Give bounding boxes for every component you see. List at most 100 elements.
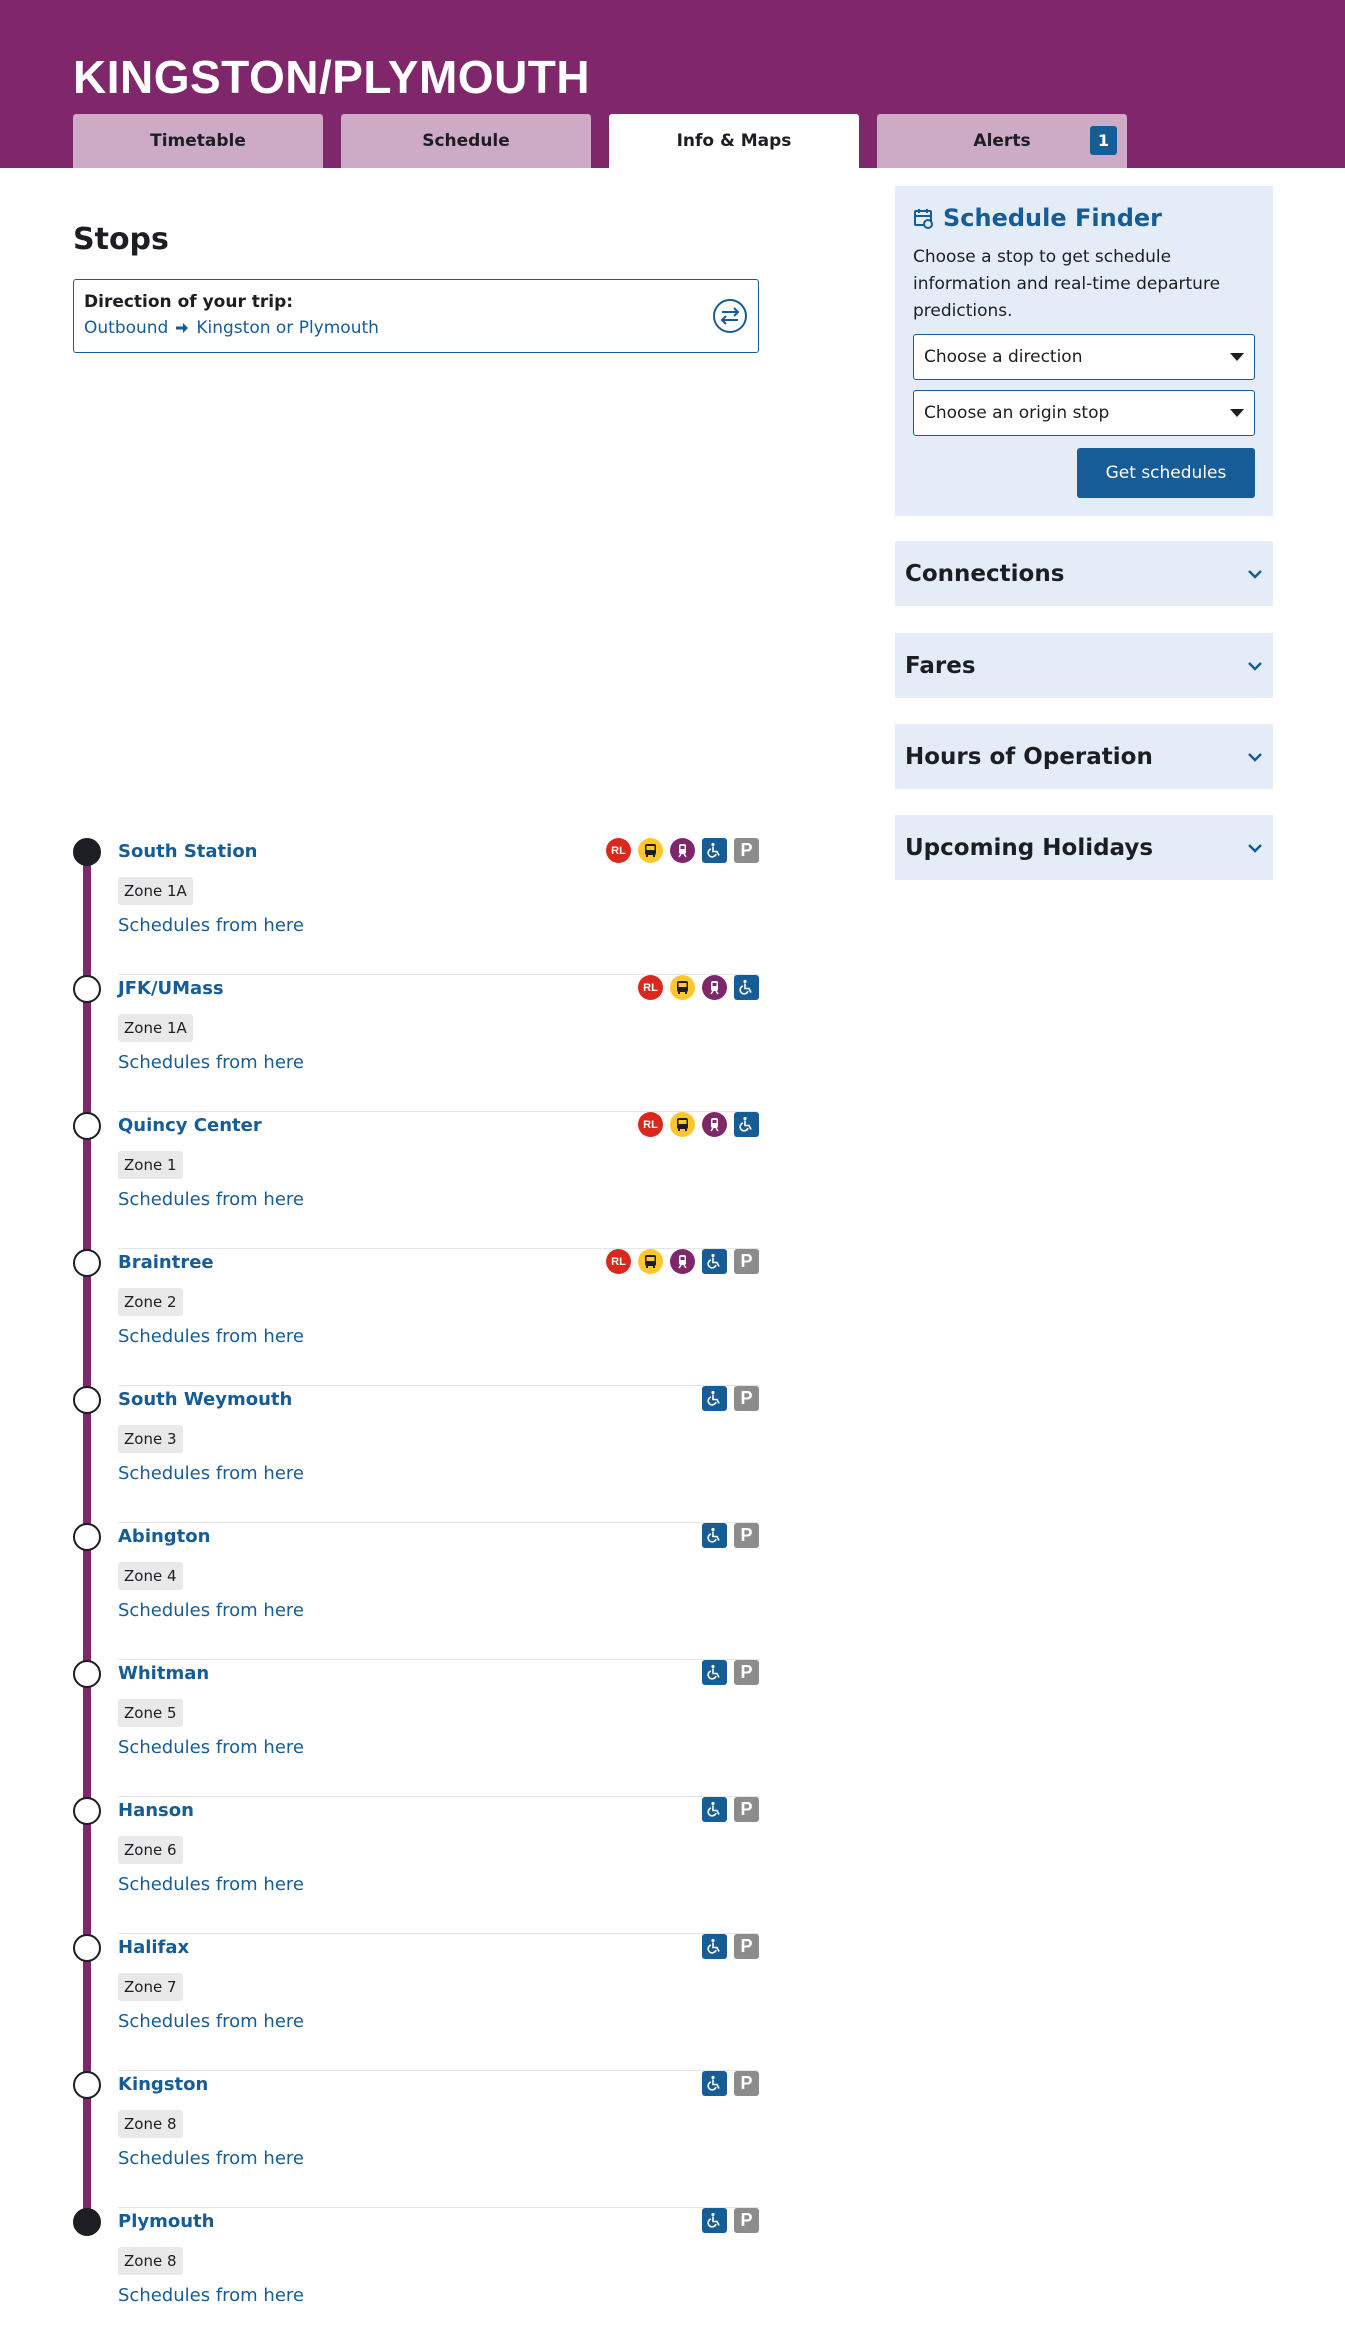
stop-row: Whitman Zone 5 Schedules from here P [73, 1660, 759, 1797]
bus-icon [670, 1112, 695, 1137]
tab-timetable[interactable]: Timetable [73, 114, 323, 168]
calendar-icon [914, 209, 933, 229]
stop-name-link[interactable]: Whitman [118, 1663, 209, 1684]
direction-select[interactable]: Choose a direction [913, 334, 1255, 380]
schedules-from-here-link[interactable]: Schedules from here [118, 1463, 304, 1484]
accordion-hours-of-operation[interactable]: Hours of Operation [895, 724, 1273, 789]
parking-icon: P [734, 2208, 759, 2233]
stop-dot-icon [73, 1112, 101, 1140]
parking-icon: P [734, 1934, 759, 1959]
stop-feature-icons: P [702, 1386, 759, 1411]
caret-down-icon [1230, 409, 1244, 417]
schedules-from-here-link[interactable]: Schedules from here [118, 2011, 304, 2032]
tab-label: Info & Maps [676, 131, 792, 151]
stop-feature-icons: RL [638, 975, 759, 1000]
direction-name: Outbound [84, 318, 169, 338]
stop-feature-icons: P [702, 1934, 759, 1959]
accordion-fares[interactable]: Fares [895, 633, 1273, 698]
schedules-from-here-link[interactable]: Schedules from here [118, 1600, 304, 1621]
tab-alerts[interactable]: Alerts 1 [877, 114, 1127, 168]
tab-schedule[interactable]: Schedule [341, 114, 591, 168]
stop-feature-icons: RL P [606, 838, 759, 863]
schedules-from-here-link[interactable]: Schedules from here [118, 1326, 304, 1347]
bus-icon [638, 838, 663, 863]
stop-row: South Weymouth Zone 3 Schedules from here P [73, 1386, 759, 1523]
get-schedules-button[interactable]: Get schedules [1077, 448, 1255, 498]
stop-row: Braintree Zone 2 Schedules from here RL P [73, 1249, 759, 1386]
stop-name-link[interactable]: Kingston [118, 2074, 208, 2095]
commuter-rail-icon [702, 975, 727, 1000]
bus-icon [670, 975, 695, 1000]
stop-list: South Station Zone 1A Schedules from here R… [73, 838, 759, 2342]
stop-dot-icon [73, 1797, 101, 1825]
finder-description: Choose a stop to get schedule informatio… [913, 247, 1221, 321]
accessible-icon [702, 838, 727, 863]
stop-feature-icons: P [702, 2208, 759, 2233]
stop-name-link[interactable]: Hanson [118, 1800, 194, 1821]
red-line-icon: RL [606, 838, 631, 863]
stop-row: Halifax Zone 7 Schedules from here P [73, 1934, 759, 2071]
stop-row: South Station Zone 1A Schedules from here R… [73, 838, 759, 975]
zone-badge: Zone 6 [118, 1836, 183, 1864]
stop-dot-icon [73, 1523, 101, 1551]
zone-badge: Zone 7 [118, 1973, 183, 2001]
stop-name-link[interactable]: South Weymouth [118, 1389, 292, 1410]
zone-badge: Zone 4 [118, 1562, 183, 1590]
stop-name-link[interactable]: Braintree [118, 1252, 214, 1273]
parking-icon: P [734, 1386, 759, 1411]
accordion-connections[interactable]: Connections [895, 541, 1273, 606]
bus-icon [638, 1249, 663, 1274]
origin-select-value: Choose an origin stop [924, 403, 1110, 423]
stop-feature-icons: P [702, 1523, 759, 1548]
origin-stop-select[interactable]: Choose an origin stop [913, 390, 1255, 436]
schedules-from-here-link[interactable]: Schedules from here [118, 1052, 304, 1073]
red-line-icon: RL [638, 1112, 663, 1137]
zone-badge: Zone 2 [118, 1288, 183, 1316]
schedule-finder-title: Schedule Finder [913, 204, 1255, 232]
chevron-down-icon [1248, 843, 1262, 853]
accessible-icon [702, 2208, 727, 2233]
schedule-finder: Schedule Finder Choose a stop to get sch… [895, 186, 1273, 516]
schedules-from-here-link[interactable]: Schedules from here [118, 915, 304, 936]
stop-name-link[interactable]: Halifax [118, 1937, 189, 1958]
stop-dot-icon [73, 975, 101, 1003]
schedules-from-here-link[interactable]: Schedules from here [118, 2148, 304, 2169]
stop-name-link[interactable]: JFK/UMass [118, 978, 224, 999]
commuter-rail-icon [702, 1112, 727, 1137]
tab-info-maps[interactable]: Info & Maps [609, 114, 859, 168]
schedules-from-here-link[interactable]: Schedules from here [118, 1189, 304, 1210]
stops-heading: Stops [73, 222, 169, 257]
tab-label: Schedule [422, 131, 510, 151]
stop-row: Hanson Zone 6 Schedules from here P [73, 1797, 759, 1934]
accordion-upcoming-holidays[interactable]: Upcoming Holidays [895, 815, 1273, 880]
accessible-icon [702, 1660, 727, 1685]
schedules-from-here-link[interactable]: Schedules from here [118, 2285, 304, 2306]
zone-badge: Zone 3 [118, 1425, 183, 1453]
commuter-rail-icon [670, 1249, 695, 1274]
alerts-count-badge: 1 [1090, 126, 1117, 155]
finder-title-text: Schedule Finder [943, 204, 1162, 232]
stop-name-link[interactable]: Quincy Center [118, 1115, 262, 1136]
accessible-icon [702, 1523, 727, 1548]
stop-dot-icon [73, 1249, 101, 1277]
schedules-from-here-link[interactable]: Schedules from here [118, 1874, 304, 1895]
stop-name-link[interactable]: Abington [118, 1526, 210, 1547]
stop-name-link[interactable]: South Station [118, 841, 258, 862]
route-title: KINGSTON/PLYMOUTH [73, 51, 591, 103]
stop-name-link[interactable]: Plymouth [118, 2211, 214, 2232]
zone-badge: Zone 5 [118, 1699, 183, 1727]
stop-row: JFK/UMass Zone 1A Schedules from here RL [73, 975, 759, 1112]
stop-dot-icon [73, 2071, 101, 2099]
zone-badge: Zone 1 [118, 1151, 183, 1179]
accessible-icon [702, 1386, 727, 1411]
stop-row: Abington Zone 4 Schedules from here P [73, 1523, 759, 1660]
stop-dot-icon [73, 1386, 101, 1414]
zone-badge: Zone 1A [118, 1014, 193, 1042]
stop-dot-icon [73, 1934, 101, 1962]
chevron-down-icon [1248, 569, 1262, 579]
swap-direction-icon[interactable] [712, 298, 748, 334]
accessible-icon [702, 1797, 727, 1822]
schedules-from-here-link[interactable]: Schedules from here [118, 1737, 304, 1758]
accordion-label: Connections [905, 560, 1065, 587]
accordion-label: Hours of Operation [905, 743, 1153, 770]
